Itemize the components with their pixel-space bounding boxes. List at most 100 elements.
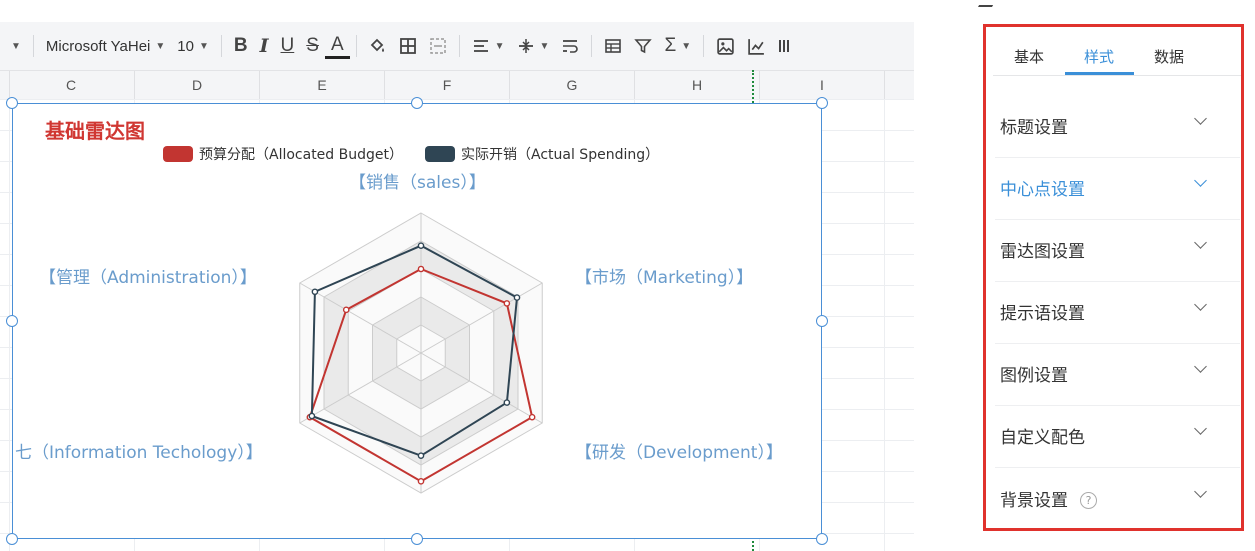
radar-data-point <box>308 412 316 420</box>
bold-icon: B <box>233 35 248 56</box>
align-icon <box>473 40 488 52</box>
section-label: 背景设置 <box>1000 491 1068 511</box>
chevron-down-icon: ▼ <box>11 40 21 52</box>
column-divider <box>759 71 760 99</box>
row-gridline <box>0 99 914 100</box>
tab-data[interactable]: 数据 <box>1154 46 1184 67</box>
radar-data-point <box>311 288 319 296</box>
section-radar-settings[interactable]: 雷达图设置 <box>995 219 1240 282</box>
table-button[interactable] <box>598 31 628 61</box>
section-label: 中心点设置 <box>1000 180 1085 200</box>
chevron-down-icon <box>1194 112 1207 125</box>
chevron-down-icon: ▼ <box>494 40 505 52</box>
column-divider <box>634 71 635 99</box>
merge-cells-icon <box>429 38 446 54</box>
wrap-text-button[interactable] <box>555 31 585 61</box>
chevron-down-icon <box>1194 485 1207 498</box>
resize-handle-left[interactable] <box>6 315 18 327</box>
section-legend-settings[interactable]: 图例设置 <box>995 343 1240 406</box>
resize-handle-top-right[interactable] <box>816 97 828 109</box>
italic-button[interactable]: I <box>254 31 275 61</box>
resize-handle-right[interactable] <box>816 315 828 327</box>
italic-icon: I <box>259 35 269 57</box>
column-divider <box>134 71 135 99</box>
tab-style[interactable]: 样式 <box>1084 46 1114 67</box>
font-color-icon: A <box>330 33 344 55</box>
toolbar-divider <box>355 35 357 57</box>
column-header-d[interactable]: D <box>187 77 207 93</box>
borders-button[interactable] <box>393 31 423 61</box>
vertical-align-icon <box>518 39 533 53</box>
column-header-c[interactable]: C <box>61 77 81 93</box>
font-size-select[interactable]: 10 ▼ <box>171 31 215 61</box>
toolbar: ▼ Microsoft YaHei ▼ 10 ▼ B I U S A ▼ ▼ Σ ▼ <box>0 22 914 70</box>
radar-data-point <box>503 300 511 307</box>
sum-button[interactable]: Σ ▼ <box>658 31 697 61</box>
strikethrough-icon: S <box>306 35 319 56</box>
bold-button[interactable]: B <box>228 31 254 61</box>
table-icon <box>605 39 622 53</box>
chart-icon <box>748 38 764 55</box>
filter-button[interactable] <box>628 31 658 61</box>
section-title-settings[interactable]: 标题设置 <box>995 95 1240 158</box>
column-header-f[interactable]: F <box>437 77 457 93</box>
wrap-text-icon <box>563 40 579 53</box>
radar-data-point <box>503 399 511 406</box>
chevron-down-icon <box>1194 174 1207 187</box>
resize-handle-top[interactable] <box>411 97 423 109</box>
column-divider <box>384 71 385 99</box>
merge-cells-button[interactable] <box>423 31 453 61</box>
font-family-value: Microsoft YaHei <box>45 37 151 55</box>
indicator-label-administration: 【管理（Administration）】 <box>39 268 257 288</box>
chevron-down-icon: ▼ <box>155 40 166 52</box>
section-label: 雷达图设置 <box>1000 242 1085 262</box>
settings-tabs: 基本 样式 数据 <box>993 38 1241 76</box>
insert-image-button[interactable] <box>710 31 741 61</box>
chevron-down-icon <box>1194 422 1207 435</box>
section-tooltip-settings[interactable]: 提示语设置 <box>995 281 1240 344</box>
indicator-label-development: 【研发（Development）】 <box>575 443 783 463</box>
section-center-settings[interactable]: 中心点设置 <box>995 157 1240 220</box>
strikethrough-button[interactable]: S <box>300 31 325 61</box>
toolbar-divider <box>220 35 222 57</box>
section-custom-colors[interactable]: 自定义配色 <box>995 405 1240 468</box>
indicator-label-it: 七（Information Techology）】 <box>15 443 263 463</box>
font-color-button[interactable]: A <box>324 33 350 59</box>
active-tab-indicator <box>1065 72 1134 75</box>
column-header-h[interactable]: H <box>687 77 707 93</box>
font-family-select[interactable]: Microsoft YaHei ▼ <box>40 31 171 61</box>
more-tools-button[interactable] <box>772 31 796 61</box>
column-header-i[interactable]: I <box>812 77 832 93</box>
font-size-value: 10 <box>177 37 194 55</box>
column-header-g[interactable]: G <box>562 77 582 93</box>
indicator-label-sales: 【销售（sales）】 <box>349 173 486 193</box>
tab-basic[interactable]: 基本 <box>1014 46 1044 67</box>
indicator-label-marketing: 【市场（Marketing）】 <box>575 268 754 288</box>
radar-chart[interactable]: 基础雷达图 预算分配（Allocated Budget） 实际开销（Actual… <box>12 103 822 539</box>
help-icon[interactable]: ? <box>1080 492 1097 509</box>
section-label: 标题设置 <box>1000 118 1068 138</box>
align-button[interactable]: ▼ <box>466 31 511 61</box>
column-header-e[interactable]: E <box>312 77 332 93</box>
insert-chart-button[interactable] <box>741 31 772 61</box>
section-background-settings[interactable]: 背景设置? <box>995 468 1240 530</box>
borders-icon <box>399 38 416 54</box>
resize-handle-bottom-left[interactable] <box>6 533 18 545</box>
chevron-down-icon <box>1194 236 1207 249</box>
resize-handle-bottom[interactable] <box>411 533 423 545</box>
underline-button[interactable]: U <box>275 31 301 61</box>
toolbar-divider <box>703 35 705 57</box>
column-divider <box>259 71 260 99</box>
section-label: 自定义配色 <box>1000 428 1085 448</box>
chevron-down-icon <box>1194 360 1207 373</box>
resize-handle-top-left[interactable] <box>6 97 18 109</box>
column-header-row: C D E F G H I <box>0 70 914 100</box>
vertical-align-button[interactable]: ▼ <box>511 31 556 61</box>
section-label: 提示语设置 <box>1000 304 1085 324</box>
chevron-down-icon: ▼ <box>681 40 692 52</box>
toolbar-dropdown-caret[interactable]: ▼ <box>0 31 27 61</box>
resize-handle-bottom-right[interactable] <box>816 533 828 545</box>
chevron-down-icon: ▼ <box>539 40 550 52</box>
fill-color-icon <box>370 38 384 52</box>
fill-color-button[interactable] <box>363 31 393 61</box>
